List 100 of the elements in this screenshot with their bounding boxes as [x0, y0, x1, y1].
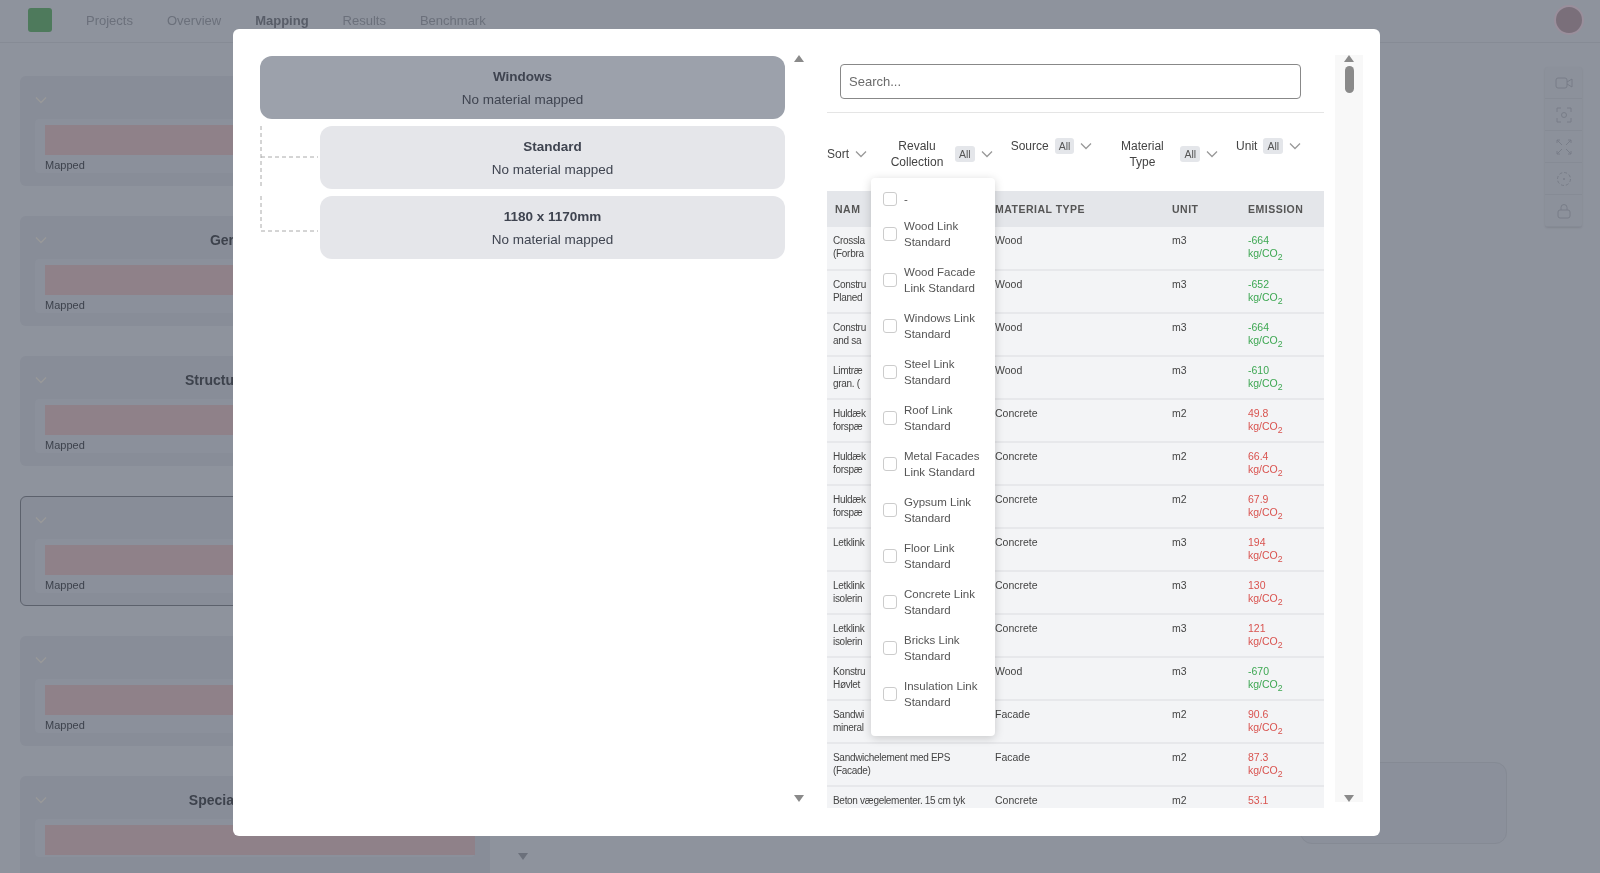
emission-value: -652 kg/CO$_{2}$: [1248, 278, 1283, 303]
table-cell: Huldæk forspæ: [833, 494, 866, 518]
table-cell: Wood: [995, 321, 1023, 333]
scroll-thumb[interactable]: [1344, 66, 1354, 93]
emission-value: 90.6 kg/CO$_{2}$: [1248, 708, 1283, 733]
table-cell: m3: [1172, 665, 1187, 677]
checkbox[interactable]: [883, 273, 897, 287]
table-cell: Concrete: [995, 493, 1038, 505]
table-cell: m3: [1172, 536, 1187, 548]
checkbox[interactable]: [883, 227, 897, 241]
scroll-down-icon[interactable]: [793, 795, 804, 802]
checkbox[interactable]: [883, 192, 897, 206]
status-text: Mapped: [45, 159, 86, 171]
table-cell: m2: [1172, 493, 1187, 505]
table-cell: m2: [1172, 708, 1187, 720]
dropdown-option[interactable]: Concrete Link Standard: [883, 579, 995, 625]
filter-dropdown[interactable]: Unit All: [1236, 138, 1302, 154]
chevron-down-icon: [980, 150, 993, 158]
table-cell: Concrete: [995, 407, 1038, 419]
table-cell: Crossla (Forbra: [833, 235, 865, 259]
dropdown-option[interactable]: Gypsum Link Standard: [883, 487, 995, 533]
status-text: Mapped: [45, 719, 86, 731]
table-cell: Wood: [995, 234, 1023, 246]
connector-line: [260, 196, 320, 232]
table-cell: Constru Planed: [833, 279, 866, 303]
table-cell: Wood: [995, 278, 1023, 290]
checkbox[interactable]: [883, 457, 897, 471]
scroll-up-icon[interactable]: [793, 55, 804, 62]
scroll-down-icon[interactable]: [1344, 795, 1354, 802]
table-cell: m3: [1172, 622, 1187, 634]
filter-dropdown[interactable]: Material Type All: [1110, 138, 1219, 170]
checkbox[interactable]: [883, 503, 897, 517]
search-field[interactable]: Search...: [840, 64, 1301, 99]
column-header: EMISSION: [1240, 191, 1324, 227]
scroll-up-icon[interactable]: [1344, 55, 1354, 62]
table-cell: Concrete: [995, 622, 1038, 634]
status-text: Mapped: [45, 579, 86, 591]
table-cell: m2: [1172, 794, 1187, 806]
emission-value: 49.8 kg/CO$_{2}$: [1248, 407, 1283, 432]
table-cell: Facade: [995, 708, 1031, 720]
chevron-down-icon: [1206, 150, 1219, 158]
logo[interactable]: [28, 8, 52, 32]
dropdown-option[interactable]: Steel Link Standard: [883, 349, 995, 395]
emission-value: -664 kg/CO$_{2}$: [1248, 234, 1283, 259]
dropdown-option[interactable]: Bricks Link Standard: [883, 625, 995, 671]
tree-node[interactable]: 1180 x 1170mm No material mapped: [320, 196, 785, 259]
checkbox[interactable]: [883, 411, 897, 425]
filter-value: All: [955, 146, 975, 162]
table-cell: Letklink isolerin: [833, 623, 865, 647]
chevron-down-icon: [855, 150, 867, 158]
card-title: Ger: [209, 232, 234, 248]
status-text: Mapped: [45, 299, 86, 311]
emission-value: 53.1: [1248, 794, 1269, 806]
tree-node[interactable]: Standard No material mapped: [320, 126, 785, 189]
emission-value: 121 kg/CO$_{2}$: [1248, 622, 1283, 647]
table-cell: Beton vægelementer. 15 cm tyk: [833, 795, 965, 806]
checkbox[interactable]: [883, 549, 897, 563]
card-title: Specia: [188, 792, 234, 808]
dropdown-option[interactable]: Wood Facade Link Standard: [883, 257, 995, 303]
checkbox[interactable]: [883, 595, 897, 609]
checkbox[interactable]: [883, 687, 897, 701]
table-cell: Concrete: [995, 536, 1038, 548]
emission-value: -664 kg/CO$_{2}$: [1248, 321, 1283, 346]
avatar[interactable]: [1554, 5, 1584, 35]
checkbox[interactable]: [883, 365, 897, 379]
connector-line: [260, 126, 320, 189]
table-cell: Concrete: [995, 579, 1038, 591]
tree-node[interactable]: Windows No material mapped: [260, 56, 785, 119]
emission-value: 67.9 kg/CO$_{2}$: [1248, 493, 1283, 518]
table-cell: m3: [1172, 234, 1187, 246]
caret-down-icon[interactable]: [518, 853, 528, 860]
dropdown-option[interactable]: Roof Link Standard: [883, 395, 995, 441]
table-cell: Sandwichelement med EPS (Facade): [833, 752, 951, 776]
filter-dropdown[interactable]: Sort: [827, 146, 867, 162]
table-cell: m3: [1172, 321, 1187, 333]
chevron-down-icon: [1080, 142, 1093, 150]
table-cell: Concrete: [995, 450, 1038, 462]
table-cell: Constru and sa: [833, 322, 866, 346]
emission-value: -670 kg/CO$_{2}$: [1248, 665, 1283, 690]
filter-value: All: [1054, 138, 1075, 154]
scrollbar[interactable]: [1335, 55, 1363, 802]
dropdown-option[interactable]: Insulation Link Standard: [883, 671, 995, 717]
dropdown-option[interactable]: Windows Link Standard: [883, 303, 995, 349]
dropdown-option[interactable]: Metal Facades Link Standard: [883, 441, 995, 487]
table-cell: Limtræ gran. (: [833, 365, 863, 389]
filter-value: All: [1263, 138, 1284, 154]
emission-value: 87.3 kg/CO$_{2}$: [1248, 751, 1283, 776]
checkbox[interactable]: [883, 641, 897, 655]
filter-dropdown[interactable]: Revalu Collection All: [885, 138, 993, 170]
emission-value: -610 kg/CO$_{2}$: [1248, 364, 1283, 389]
table-cell: m3: [1172, 364, 1187, 376]
chevron-down-icon: [1289, 142, 1302, 150]
card-title: Structu: [185, 372, 234, 388]
emission-value: 194 kg/CO$_{2}$: [1248, 536, 1283, 561]
dropdown-option[interactable]: Floor Link Standard: [883, 533, 995, 579]
filter-dropdown[interactable]: Source All: [1010, 138, 1093, 154]
checkbox[interactable]: [883, 319, 897, 333]
table-cell: m3: [1172, 579, 1187, 591]
table-cell: Letklink isolerin: [833, 580, 865, 604]
emission-value: 66.4 kg/CO$_{2}$: [1248, 450, 1283, 475]
